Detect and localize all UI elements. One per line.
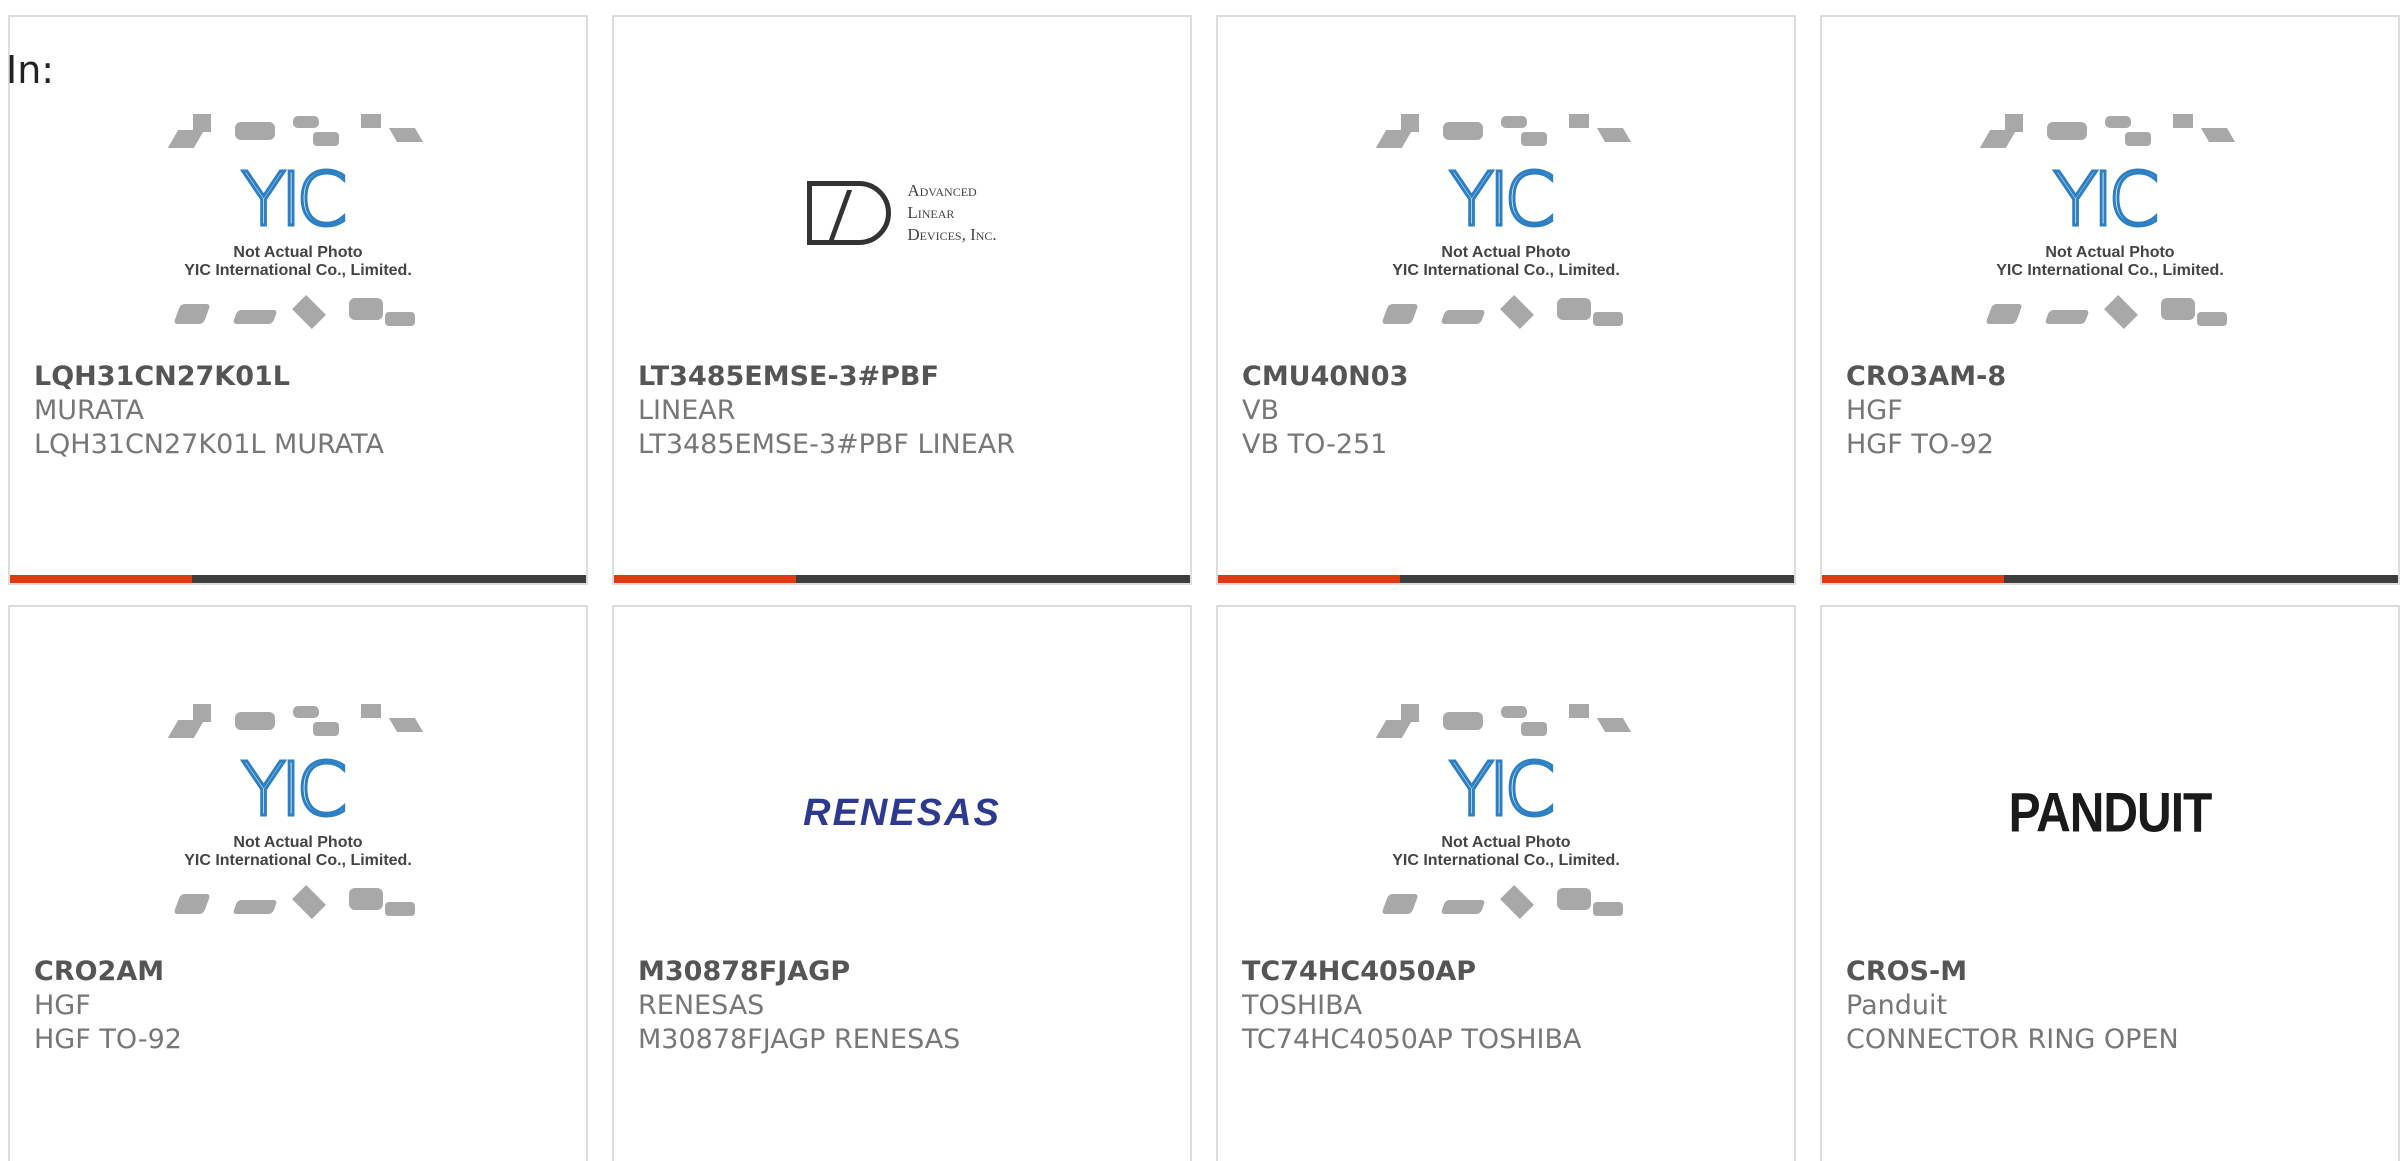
part-number[interactable]: LQH31CN27K01L bbox=[34, 360, 566, 394]
manufacturer: HGF bbox=[1846, 395, 1903, 426]
yic-logo-icon: YIC bbox=[1448, 747, 1558, 833]
yic-logo-icon: YIC bbox=[1448, 157, 1558, 243]
product-image: PANDUIT bbox=[1822, 677, 2398, 949]
card-bottom-bar bbox=[10, 575, 586, 583]
part-number[interactable]: CROS-M bbox=[1846, 955, 2378, 989]
not-actual-photo-placeholder: YIC Not Actual Photo YIC International C… bbox=[163, 108, 433, 348]
not-actual-photo-placeholder: YIC Not Actual Photo YIC International C… bbox=[1975, 108, 2245, 348]
product-grid: YIC Not Actual Photo YIC International C… bbox=[8, 15, 2400, 1161]
in-label: In: bbox=[6, 48, 55, 92]
not-actual-photo-placeholder: YIC Not Actual Photo YIC International C… bbox=[1371, 698, 1641, 938]
card-bottom-bar bbox=[614, 575, 1190, 583]
product-description: LQH31CN27K01L MURATA bbox=[34, 429, 385, 460]
yic-logo-icon: YIC bbox=[240, 157, 350, 243]
product-description: VB TO-251 bbox=[1242, 429, 1388, 460]
manufacturer: RENESAS bbox=[638, 990, 765, 1021]
placeholder-caption: Not Actual Photo YIC International Co., … bbox=[184, 244, 412, 279]
panduit-logo: PANDUIT bbox=[2008, 782, 2213, 844]
product-description: TC74HC4050AP TOSHIBA bbox=[1242, 1024, 1582, 1055]
part-number[interactable]: CRO3AM-8 bbox=[1846, 360, 2378, 394]
product-description: CONNECTOR RING OPEN bbox=[1846, 1024, 2179, 1055]
product-card[interactable]: YIC Not Actual Photo YIC International C… bbox=[8, 605, 588, 1161]
product-card[interactable]: YIC Not Actual Photo YIC International C… bbox=[1216, 605, 1796, 1161]
placeholder-caption: Not Actual Photo YIC International Co., … bbox=[184, 834, 412, 869]
product-card[interactable]: YIC Not Actual Photo YIC International C… bbox=[1216, 15, 1796, 585]
card-bottom-bar bbox=[1822, 575, 2398, 583]
not-actual-photo-placeholder: YIC Not Actual Photo YIC International C… bbox=[1371, 108, 1641, 348]
product-card[interactable]: Advanced Linear Devices, Inc. LT3485EMSE… bbox=[612, 15, 1192, 585]
product-image: RENESAS bbox=[614, 677, 1190, 949]
yic-logo-icon: YIC bbox=[2052, 157, 2162, 243]
product-image: YIC Not Actual Photo YIC International C… bbox=[10, 682, 586, 954]
product-card[interactable]: PANDUIT CROS-M Panduit CONNECTOR RING OP… bbox=[1820, 605, 2400, 1161]
product-description: LT3485EMSE-3#PBF LINEAR bbox=[638, 429, 1016, 460]
not-actual-photo-placeholder: YIC Not Actual Photo YIC International C… bbox=[163, 698, 433, 938]
yic-logo-icon: YIC bbox=[240, 747, 350, 833]
renesas-logo: RENESAS bbox=[803, 791, 1001, 834]
part-number[interactable]: M30878FJAGP bbox=[638, 955, 1170, 989]
manufacturer: LINEAR bbox=[638, 395, 736, 426]
product-description: HGF TO-92 bbox=[1846, 429, 1994, 460]
manufacturer: VB bbox=[1242, 395, 1279, 426]
product-card[interactable]: YIC Not Actual Photo YIC International C… bbox=[8, 15, 588, 585]
product-grid-page: In: YIC Not Actual Photo YIC Internation… bbox=[0, 0, 2400, 1161]
manufacturer: Panduit bbox=[1846, 990, 1948, 1021]
part-number[interactable]: LT3485EMSE-3#PBF bbox=[638, 360, 1170, 394]
card-bottom-bar bbox=[1218, 575, 1794, 583]
placeholder-caption: Not Actual Photo YIC International Co., … bbox=[1392, 244, 1620, 279]
product-image: YIC Not Actual Photo YIC International C… bbox=[1822, 92, 2398, 364]
product-image: Advanced Linear Devices, Inc. bbox=[614, 77, 1190, 349]
product-image: YIC Not Actual Photo YIC International C… bbox=[1218, 92, 1794, 364]
manufacturer: TOSHIBA bbox=[1242, 990, 1363, 1021]
manufacturer: HGF bbox=[34, 990, 91, 1021]
product-card[interactable]: YIC Not Actual Photo YIC International C… bbox=[1820, 15, 2400, 585]
part-number[interactable]: CMU40N03 bbox=[1242, 360, 1774, 394]
product-description: HGF TO-92 bbox=[34, 1024, 182, 1055]
manufacturer: MURATA bbox=[34, 395, 144, 426]
product-card[interactable]: RENESAS M30878FJAGP RENESAS M30878FJAGP … bbox=[612, 605, 1192, 1161]
advanced-linear-devices-logo: Advanced Linear Devices, Inc. bbox=[807, 180, 997, 246]
placeholder-caption: Not Actual Photo YIC International Co., … bbox=[1996, 244, 2224, 279]
product-image: YIC Not Actual Photo YIC International C… bbox=[10, 92, 586, 364]
part-number[interactable]: TC74HC4050AP bbox=[1242, 955, 1774, 989]
part-number[interactable]: CRO2AM bbox=[34, 955, 566, 989]
placeholder-caption: Not Actual Photo YIC International Co., … bbox=[1392, 834, 1620, 869]
product-image: YIC Not Actual Photo YIC International C… bbox=[1218, 682, 1794, 954]
ald-mark-icon bbox=[807, 181, 892, 245]
product-description: M30878FJAGP RENESAS bbox=[638, 1024, 961, 1055]
